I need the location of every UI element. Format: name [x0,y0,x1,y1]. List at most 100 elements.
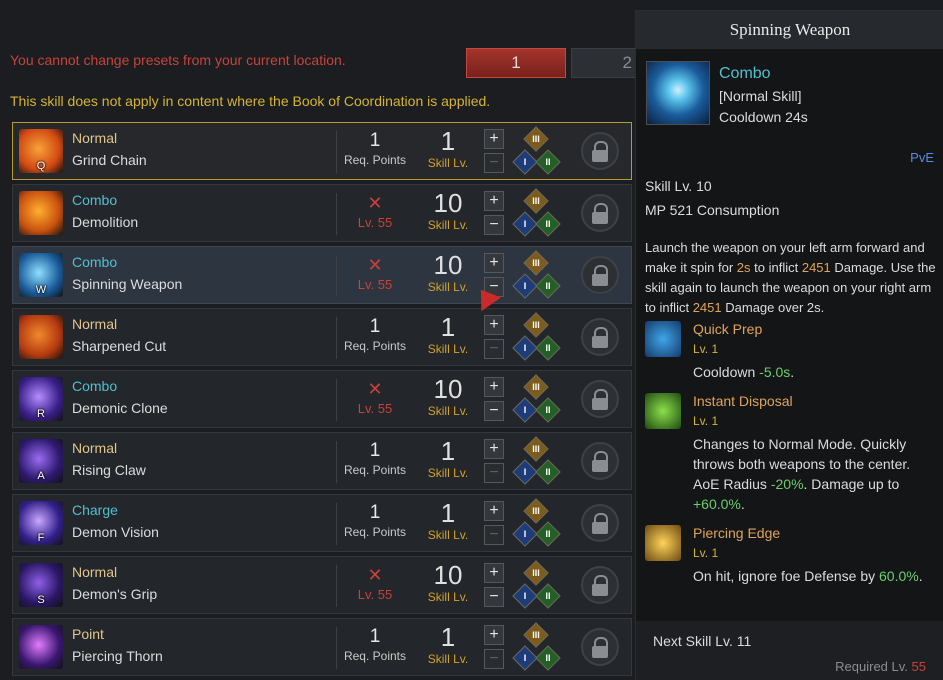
skill-icon[interactable]: S [19,563,63,607]
level-up-button[interactable]: + [484,501,504,521]
tripod-selector[interactable]: III I II [510,312,562,363]
skill-row[interactable]: Q Normal Grind Chain 1 Req. Points 1 Skil… [12,122,632,180]
level-up-button[interactable]: + [484,377,504,397]
skill-icon[interactable]: A [19,439,63,483]
level-up-button[interactable]: + [484,129,504,149]
rune-lock-icon[interactable] [581,504,619,542]
rune-lock-icon[interactable] [581,194,619,232]
rune-lock-icon[interactable] [581,566,619,604]
tripod-tier-1-icon[interactable]: I [512,521,538,547]
skill-row[interactable]: R Combo Demonic Clone ✕ Lv. 55 10 Skill L… [12,370,632,428]
tripod-tier-2-icon[interactable]: II [535,335,561,361]
tripod-tier-3-icon[interactable]: III [523,250,549,276]
requirement: ✕ Lv. 55 [340,253,410,292]
tripod-selector[interactable]: III I II [510,250,562,301]
level-up-button[interactable]: + [484,315,504,335]
tripod-tier-2-icon[interactable]: II [535,273,561,299]
tripod-tier-1-icon[interactable]: I [512,335,538,361]
spinning-weapon-icon [646,61,710,125]
skill-level-label: Skill Lv. [427,156,469,170]
tooltip-footer: Next Skill Lv. 11 Required Lv. 55 [636,621,943,680]
skill-row[interactable]: Combo Demolition ✕ Lv. 55 10 Skill Lv. + … [12,184,632,242]
rune-lock-icon[interactable] [581,628,619,666]
tripod-selector[interactable]: III I II [510,436,562,487]
skill-level-label: Skill Lv. [427,218,469,232]
rune-lock-icon[interactable] [581,380,619,418]
tripod-tier-2-icon[interactable]: II [535,521,561,547]
tripod-tier-3-icon[interactable]: III [523,498,549,524]
level-down-button[interactable]: − [484,463,504,483]
skill-icon[interactable]: R [19,377,63,421]
tripod-tier-2-icon[interactable]: II [535,459,561,485]
tripod-selector[interactable]: III I II [510,374,562,425]
tripod-selector[interactable]: III I II [510,498,562,549]
skill-row[interactable]: Normal Sharpened Cut 1 Req. Points 1 Skil… [12,308,632,366]
tripod-tier-1-icon[interactable]: I [512,459,538,485]
rune-lock-icon[interactable] [581,318,619,356]
skill-name: Rising Claw [72,462,146,478]
rune-lock-icon[interactable] [581,256,619,294]
skill-row[interactable]: W Combo Spinning Weapon ✕ Lv. 55 10 Skill… [12,246,632,304]
skill-row[interactable]: F Charge Demon Vision 1 Req. Points 1 Ski… [12,494,632,552]
level-down-button[interactable]: − [484,525,504,545]
tripod-tier-3-icon[interactable]: III [523,312,549,338]
level-down-button[interactable]: − [484,587,504,607]
hotkey-label: S [37,594,45,606]
tripod-tier-3-icon[interactable]: III [523,436,549,462]
tripod-tier-3-icon[interactable]: III [523,126,549,152]
tripod-tier-3-icon[interactable]: III [523,560,549,586]
skill-name: Spinning Weapon [72,276,183,292]
skill-row[interactable]: S Normal Demon's Grip ✕ Lv. 55 10 Skill L… [12,556,632,614]
tripod-tier-1-icon[interactable]: I [512,583,538,609]
level-down-button[interactable]: − [484,153,504,173]
level-down-button[interactable]: − [484,215,504,235]
tripod-tier-1-icon[interactable]: I [512,645,538,671]
skill-icon[interactable]: W [19,253,63,297]
tripod-tier-1-icon[interactable]: I [512,211,538,237]
level-up-button[interactable]: + [484,253,504,273]
skill-type: Combo [72,378,118,394]
locked-icon: ✕ [367,565,383,585]
skill-icon[interactable] [19,625,63,669]
coordination-notice: This skill does not apply in content whe… [10,93,491,109]
requirement: ✕ Lv. 55 [340,191,410,230]
level-down-button[interactable]: − [484,401,504,421]
skill-name: Piercing Thorn [72,648,163,664]
tripod-selector[interactable]: III I II [510,622,562,673]
tripod-tier-1-icon[interactable]: I [512,149,538,175]
tripod-tier-1-icon[interactable]: I [512,397,538,423]
preset-1-button[interactable]: 1 [466,48,566,78]
skill-row[interactable]: A Normal Rising Claw 1 Req. Points 1 Skil… [12,432,632,490]
tripod-selector[interactable]: III I II [510,188,562,239]
skill-icon[interactable] [19,315,63,359]
level-down-button[interactable]: − [484,649,504,669]
tripod-selector[interactable]: III I II [510,126,562,177]
tripod-tier-1-icon[interactable]: I [512,273,538,299]
rune-lock-icon[interactable] [581,442,619,480]
skill-level-value: 10 [433,188,463,218]
skill-type: Normal [72,130,118,146]
tripod-tier-2-icon[interactable]: II [535,397,561,423]
level-up-button[interactable]: + [484,439,504,459]
tripod-tier-2-icon[interactable]: II [535,211,561,237]
skill-level-value: 1 [440,126,456,156]
tripod-tier-3-icon[interactable]: III [523,374,549,400]
skill-icon[interactable]: F [19,501,63,545]
tripod-tier-3-icon[interactable]: III [523,188,549,214]
level-up-button[interactable]: + [484,191,504,211]
skill-icon[interactable]: Q [19,129,63,173]
level-down-button[interactable]: − [484,339,504,359]
tripod-tier-2-icon[interactable]: II [535,645,561,671]
skill-name: Demon Vision [72,524,159,540]
skill-level: 10 Skill Lv. [423,250,473,294]
skill-row[interactable]: Point Piercing Thorn 1 Req. Points 1 Skil… [12,618,632,676]
tripod-tier-2-icon[interactable]: II [535,583,561,609]
skill-icon[interactable] [19,191,63,235]
tripod-tier-2-icon[interactable]: II [535,149,561,175]
preset-2-button[interactable]: 2 [571,48,641,78]
level-up-button[interactable]: + [484,625,504,645]
level-up-button[interactable]: + [484,563,504,583]
tripod-selector[interactable]: III I II [510,560,562,611]
rune-lock-icon[interactable] [581,132,619,170]
tripod-tier-3-icon[interactable]: III [523,622,549,648]
